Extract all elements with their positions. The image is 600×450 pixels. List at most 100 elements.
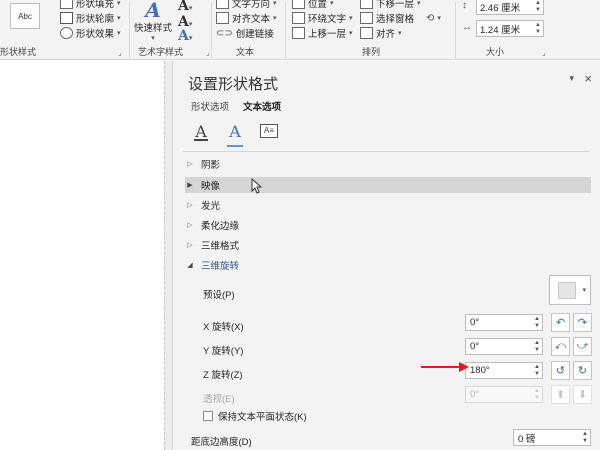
mouse-cursor-icon [251, 178, 263, 194]
spinner-icon[interactable]: ▲ ▼ [534, 364, 540, 378]
shape-outline-button[interactable]: 形状轮廓 ▾ [60, 11, 121, 25]
chevron-right-icon: ▷ [187, 242, 193, 249]
shape-fill-button[interactable]: 形状填充 ▾ [60, 0, 121, 10]
selection-pane-icon [360, 12, 373, 24]
keep-text-flat-checkbox[interactable]: 保持文本平面状态(K) [203, 409, 307, 423]
document-area[interactable] [0, 61, 164, 450]
chevron-right-icon: ▷ [187, 222, 193, 229]
rotate-down-icon[interactable]: ⤻ [573, 337, 592, 356]
pane-subtabs: A A A≡ [191, 119, 279, 147]
text-effects-button[interactable]: A▾ [178, 28, 192, 44]
rotate-icon: ⟲ [426, 12, 435, 24]
bring-forward-button[interactable]: 上移一层 ▾ [292, 26, 353, 40]
wordart-group-label: 艺术字样式 [138, 47, 184, 57]
bring-forward-icon [292, 27, 305, 39]
section-3d-rotation-label: 三维旋转 [201, 261, 240, 272]
pane-options-icon[interactable]: ▾ [569, 73, 574, 84]
dialog-launcher-icon[interactable]: ⌟ [118, 48, 122, 57]
send-backward-button[interactable]: 下移一层 ▾ [360, 0, 421, 10]
shape-fill-label: 形状填充 [76, 0, 115, 10]
quick-styles-icon: A [145, 0, 161, 22]
text-fill-button[interactable]: A▾ [178, 0, 192, 14]
create-link-button[interactable]: ⊂⊃ 创建链接 [216, 26, 274, 41]
document-edge [164, 61, 172, 450]
section-3d-format[interactable]: ▷ 三维格式 [185, 237, 591, 253]
rotate-right-icon[interactable]: ↷ [573, 313, 592, 332]
rotate-left-icon[interactable]: ↶ [551, 313, 570, 332]
section-glow[interactable]: ▷ 发光 [185, 197, 591, 213]
selection-pane-label: 选择窗格 [376, 14, 415, 25]
bring-forward-label: 上移一层 [308, 29, 347, 40]
text-fill-outline-icon[interactable]: A [191, 119, 211, 143]
distance-from-ground-input[interactable]: 0 磅 ▲ ▼ [513, 429, 591, 446]
format-shape-pane: 设置形状格式 ▾ × 形状选项 文本选项 A A A≡ ▷ 阴影 ▶ 映像 ▷ … [172, 61, 600, 450]
y-rotation-input[interactable]: 0° ▲ ▼ [465, 338, 543, 355]
text-direction-button[interactable]: 文字方向 ▾ [216, 0, 277, 10]
spinner-icon[interactable]: ▲ ▼ [534, 340, 540, 354]
dialog-launcher-icon[interactable]: ⌟ [542, 48, 546, 57]
align-icon [360, 27, 373, 39]
divider [183, 151, 590, 152]
close-icon[interactable]: × [584, 71, 592, 86]
chevron-right-icon: ▷ [187, 202, 193, 209]
wrap-text-icon [292, 12, 305, 24]
create-link-label: 创建链接 [235, 29, 274, 40]
height-input[interactable]: 2.46 厘米 ▲ ▼ [476, 0, 544, 15]
width-input[interactable]: 1.24 厘米 ▲ ▼ [476, 20, 544, 37]
z-rotation-input[interactable]: 180° ▲ ▼ [465, 362, 543, 379]
rotate-button[interactable]: ⟲ ▾ [426, 11, 441, 25]
section-reflection[interactable]: ▶ 映像 [185, 177, 591, 193]
arrange-group-label: 排列 [362, 47, 381, 57]
shape-effects-button[interactable]: 形状效果 ▾ [60, 26, 121, 40]
z-rotation-value: 180° [470, 365, 490, 376]
section-3d-rotation[interactable]: ◢ 三维旋转 [185, 257, 591, 273]
rotate-counterclockwise-icon[interactable]: ↺ [551, 361, 570, 380]
align-text-button[interactable]: 对齐文本 ▾ [216, 11, 277, 25]
shape-styles-group-label: 形状样式 [0, 47, 37, 57]
send-backward-icon [360, 0, 373, 9]
section-soft-edges-label: 柔化边缘 [201, 221, 240, 232]
shape-style-sample[interactable]: Abc [10, 3, 40, 29]
selection-pane-button[interactable]: 选择窗格 [360, 11, 414, 25]
chevron-down-icon: ▾ [117, 15, 121, 22]
section-shadow[interactable]: ▷ 阴影 [185, 156, 591, 172]
section-soft-edges[interactable]: ▷ 柔化边缘 [185, 217, 591, 233]
align-text-label: 对齐文本 [232, 14, 271, 25]
preset-dropdown[interactable]: ▾ [549, 275, 591, 305]
checkbox-box[interactable] [203, 411, 213, 421]
position-label: 位置 [308, 0, 328, 10]
arrow-up-icon[interactable]: ⬆ [551, 385, 570, 404]
distance-from-ground-value: 0 磅 [518, 433, 536, 445]
align-button[interactable]: 对齐 ▾ [360, 26, 402, 40]
shape-style-sample-label: Abc [18, 11, 32, 21]
position-icon [292, 0, 305, 9]
text-effects-icon[interactable]: A [225, 119, 245, 147]
quick-styles-button[interactable]: A 快速样式 ▾ [132, 0, 174, 46]
width-value: 1.24 厘米 [480, 24, 521, 36]
shape-styles-group: Abc 形状填充 ▾ 形状轮廓 ▾ 形状效果 ▾ 形状样式 ⌟ [0, 0, 128, 60]
perspective-input[interactable]: 0° ▲ ▼ [465, 386, 543, 403]
rotate-clockwise-icon[interactable]: ↻ [573, 361, 592, 380]
x-rotation-input[interactable]: 0° ▲ ▼ [465, 314, 543, 331]
textbox-icon[interactable]: A≡ [259, 119, 279, 143]
section-3d-format-label: 三维格式 [201, 241, 240, 252]
position-button[interactable]: 位置 ▾ [292, 0, 334, 10]
dialog-launcher-icon[interactable]: ⌟ [206, 48, 210, 57]
perspective-value: 0° [470, 389, 480, 400]
wrap-text-button[interactable]: 环绕文字 ▾ [292, 11, 353, 25]
rotate-up-icon[interactable]: ⤺ [551, 337, 570, 356]
arrow-down-icon[interactable]: ⬇ [573, 385, 592, 404]
tab-shape-options[interactable]: 形状选项 [191, 99, 229, 113]
spinner-icon[interactable]: ▲ ▼ [534, 388, 540, 402]
chevron-down-icon: ▾ [117, 30, 121, 37]
chevron-down-icon: ▾ [117, 0, 121, 7]
arrange-group: 位置 ▾ 环绕文字 ▾ 上移一层 ▾ 下移一层 ▾ 选择窗格 对齐 ▾ ⟲ ▾ … [286, 0, 454, 60]
spinner-icon[interactable]: ▲ ▼ [535, 22, 541, 36]
wrap-text-label: 环绕文字 [308, 14, 347, 25]
spinner-icon[interactable]: ▲ ▼ [535, 0, 541, 14]
spinner-icon[interactable]: ▲ ▼ [534, 316, 540, 330]
spinner-icon[interactable]: ▲ ▼ [582, 431, 588, 445]
tab-text-options[interactable]: 文本选项 [243, 99, 281, 113]
ribbon: Abc 形状填充 ▾ 形状轮廓 ▾ 形状效果 ▾ 形状样式 ⌟ A 快速样式 ▾… [0, 0, 600, 60]
chevron-right-icon: ▷ [187, 161, 193, 168]
